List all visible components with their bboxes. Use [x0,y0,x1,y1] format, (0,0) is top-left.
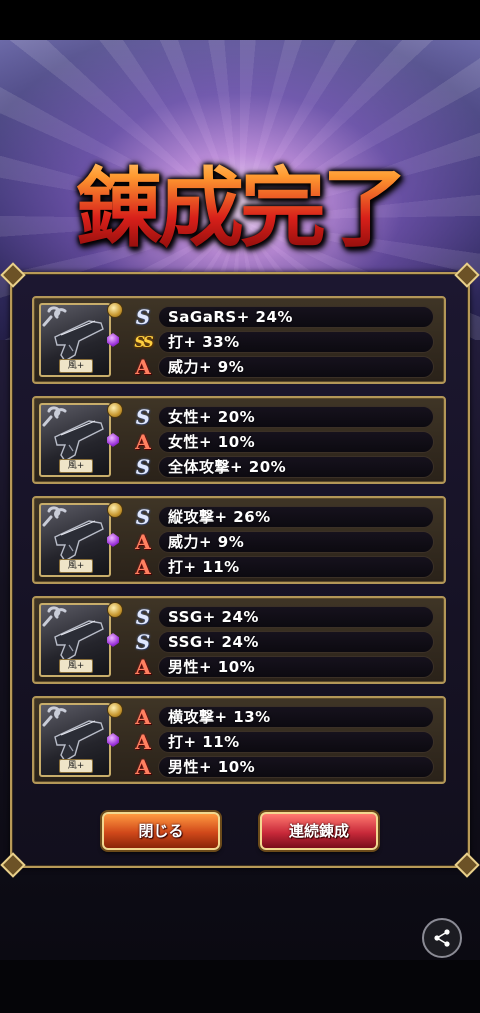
stat-row: S SSG+ 24% [130,631,434,653]
rank-a-icon: A [135,530,151,554]
weapon-thumbnail: 風+ [39,703,111,777]
stat-text: 男性+ 10% [168,758,256,776]
rank-s-icon: S [135,605,151,629]
rank-a-icon: A [135,430,151,454]
close-button[interactable]: 閉じる [102,812,220,850]
attribute-badge: 風+ [59,759,93,773]
stat-text: 横攻撃+ 13% [168,708,271,726]
stat-row: S 全体攻撃+ 20% [130,456,434,478]
coin-icon [107,302,123,318]
stat-text: 縦攻撃+ 26% [168,508,271,526]
stat-row: S SSG+ 24% [130,606,434,628]
weapon-item[interactable]: 風+ S 縦攻撃+ 26% A 威力+ 9% A 打+ 11% [32,496,446,584]
weapon-item[interactable]: 風+ S SSG+ 24% S SSG+ 24% A 男性+ 10% [32,596,446,684]
rank-s-icon: S [135,405,151,429]
weapon-item[interactable]: 風+ S SaGaRS+ 24% SS 打+ 33% A 威力+ 9% [32,296,446,384]
weapon-thumbnail: 風+ [39,403,111,477]
stat-text: SSG+ 24% [168,633,259,651]
stat-text: 女性+ 10% [168,433,256,451]
attribute-badge: 風+ [59,659,93,673]
stat-text: SaGaRS+ 24% [168,308,293,326]
weapon-item[interactable]: 風+ A 横攻撃+ 13% A 打+ 11% A 男性+ 10% [32,696,446,784]
rank-a-icon: A [135,730,151,754]
rank-ss-icon: SS [134,333,153,351]
stat-row: S 縦攻撃+ 26% [130,506,434,528]
rank-a-icon: A [135,555,151,579]
rank-a-icon: A [135,355,151,379]
stat-text: 打+ 11% [168,558,240,576]
status-bar [0,0,480,40]
stat-row: SS 打+ 33% [130,331,434,353]
page-title: 錬成完了 [40,140,440,260]
stat-text: 女性+ 20% [168,408,256,426]
stat-row: A 女性+ 10% [130,431,434,453]
stat-text: 全体攻撃+ 20% [168,458,287,476]
share-button[interactable] [422,918,462,958]
stat-text: SSG+ 24% [168,608,259,626]
rank-s-icon: S [135,455,151,479]
weapon-thumbnail: 風+ [39,303,111,377]
weapon-item[interactable]: 風+ S 女性+ 20% A 女性+ 10% S 全体攻撃+ 20% [32,396,446,484]
rank-a-icon: A [135,755,151,779]
rank-a-icon: A [135,655,151,679]
stat-text: 男性+ 10% [168,658,256,676]
rank-a-icon: A [135,705,151,729]
rank-s-icon: S [135,630,151,654]
stat-row: A 男性+ 10% [130,756,434,778]
attribute-badge: 風+ [59,459,93,473]
stat-row: A 打+ 11% [130,556,434,578]
stat-text: 威力+ 9% [168,533,245,551]
coin-icon [107,502,123,518]
rank-s-icon: S [135,305,151,329]
stat-row: S 女性+ 20% [130,406,434,428]
stat-text: 打+ 33% [168,333,240,351]
stat-row: A 男性+ 10% [130,656,434,678]
coin-icon [107,402,123,418]
attribute-badge: 風+ [59,359,93,373]
rank-s-icon: S [135,505,151,529]
stat-text: 威力+ 9% [168,358,245,376]
stat-row: A 横攻撃+ 13% [130,706,434,728]
weapon-thumbnail: 風+ [39,603,111,677]
repeat-refine-button[interactable]: 連続錬成 [260,812,378,850]
coin-icon [107,602,123,618]
weapon-thumbnail: 風+ [39,503,111,577]
stat-row: A 威力+ 9% [130,356,434,378]
stat-row: A 威力+ 9% [130,531,434,553]
stat-text: 打+ 11% [168,733,240,751]
share-icon [434,929,450,947]
coin-icon [107,702,123,718]
stat-row: S SaGaRS+ 24% [130,306,434,328]
stat-row: A 打+ 11% [130,731,434,753]
attribute-badge: 風+ [59,559,93,573]
